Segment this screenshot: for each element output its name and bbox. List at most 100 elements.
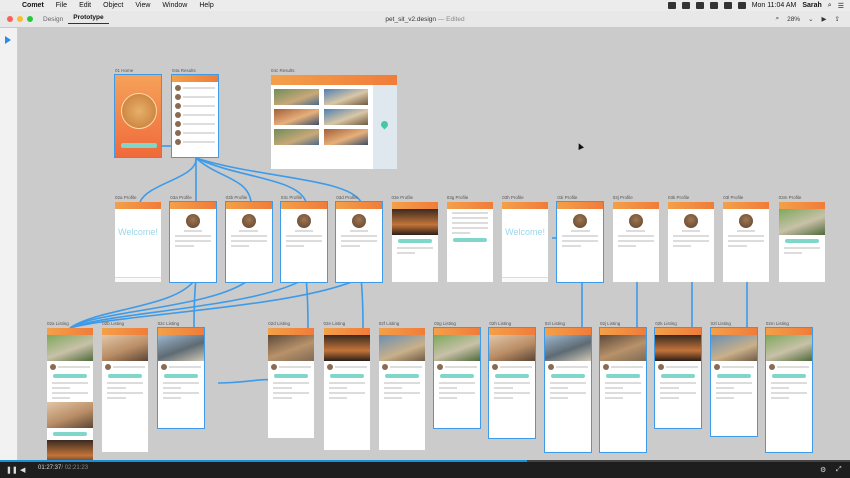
clock[interactable]: Mon 11:04 AM [752,2,797,9]
minimize-window-button[interactable] [17,16,23,22]
screen-header [600,328,646,335]
fullscreen-icon[interactable]: ⤢ [836,466,842,474]
text-line [494,387,513,389]
menu-window[interactable]: Window [156,2,193,9]
text-line [605,387,624,389]
zoom-search-icon[interactable]: ⌕ [775,15,779,23]
listing-photo [710,335,757,361]
pause-icon[interactable]: ❚❚ [6,466,18,474]
zoom-level[interactable]: 28% [787,16,800,23]
document-status: — Edited [437,15,465,23]
prototype-wire[interactable] [360,277,364,329]
tab-design[interactable]: Design [38,16,68,23]
menu-view[interactable]: View [129,2,156,9]
artboard-listing[interactable]: 02h Listing [488,321,537,439]
sitter-row [160,364,201,370]
status-icon-3[interactable] [695,2,704,9]
screen-header [778,202,825,209]
artboard-profile[interactable]: 03k Profile [668,195,714,282]
select-tool-icon[interactable] [5,36,11,44]
airplay-icon[interactable] [709,2,718,9]
settings-gear-icon[interactable]: ⚙ [820,466,826,474]
text-line [396,247,433,249]
menu-app-name[interactable]: Comet [16,2,50,9]
artboard-profile[interactable]: 03i Profile [556,195,605,283]
battery-icon[interactable] [737,2,746,9]
welcome-text: Welcome! [118,227,158,237]
artboard-listing[interactable]: 02e Listing [323,321,370,450]
artboard-listing[interactable]: 02g Listing [433,321,482,429]
volume-icon[interactable]: ◀ [20,466,25,474]
artboard-label: 03e Profile [391,195,414,200]
screen-header [47,328,93,335]
artboard-listing[interactable]: 02l Listing [709,321,758,437]
artboard-label: 04a Results [172,68,196,73]
artboard-listing[interactable]: 02j Listing [599,321,647,453]
book-button [771,374,806,378]
artboard-listing[interactable]: 02f Listing [378,321,425,450]
artboard-profile[interactable]: 03b Profile [224,195,273,283]
play-preview-icon[interactable]: ▶ [822,15,827,23]
artboard-listing[interactable]: 02a Listing [47,321,93,460]
artboard-home[interactable]: 01 Home [114,68,162,158]
screen-header [489,328,536,335]
artboard-listing[interactable]: 02m Listing [764,321,813,453]
text-line [617,240,654,242]
artboard-profile[interactable]: 03c Profile [279,195,328,283]
spotlight-icon[interactable]: ⌕ [828,2,832,10]
artboard-listing[interactable]: 02k Listing [654,321,703,429]
listing-photo [544,335,591,361]
results-grid [271,85,371,149]
design-canvas[interactable]: 01 Home 04a Results 04c Results 02a Prof… [18,28,850,460]
profile-action-button [784,239,819,243]
status-icon-1[interactable] [667,2,676,9]
screen-header [655,328,702,335]
artboard-profile[interactable]: 03h Profile Welcome! [502,195,549,282]
artboard-profile[interactable]: 03g Profile [446,195,493,282]
artboard-results-c[interactable]: 04c Results [271,68,397,169]
menu-help[interactable]: Help [193,2,219,9]
artboard-listing[interactable]: 02c Listing [156,321,205,429]
profile-avatar [241,214,256,228]
artboard-profile[interactable]: 03d Profile [335,195,384,283]
artboard-listing[interactable]: 02d Listing [268,321,315,438]
profile-avatar [684,214,698,228]
menu-object[interactable]: Object [97,2,129,9]
zoom-dropdown-icon[interactable]: ⌄ [808,15,813,23]
status-icon-2[interactable] [681,2,690,9]
artboard-results-a[interactable]: 04a Results [171,68,219,158]
close-window-button[interactable] [7,16,13,22]
screen-header [710,328,757,335]
artboard-profile[interactable]: 03j Profile [612,195,659,282]
notification-center-icon[interactable]: ☰ [838,2,844,10]
book-button [274,374,309,378]
text-line [660,397,679,399]
artboard-label: 03j Profile [612,195,633,200]
listing-photo [157,335,204,361]
tab-prototype[interactable]: Prototype [68,14,109,24]
prototype-wire[interactable] [305,277,309,329]
profile-photo [391,209,438,235]
share-icon[interactable]: ⇪ [835,15,840,23]
wifi-icon[interactable] [723,2,732,9]
zoom-window-button[interactable] [27,16,33,22]
artboard-profile[interactable]: 03l Profile [723,195,770,282]
artboard-listing[interactable]: 02b Listing [102,321,149,452]
text-line [52,397,71,399]
artboard-profile[interactable]: 02a Profile Welcome! [115,195,161,282]
text-line [107,387,126,389]
menu-edit[interactable]: Edit [73,2,97,9]
menu-file[interactable]: File [50,2,73,9]
artboard-frame [271,75,397,169]
artboard-label: 03b Profile [225,195,248,200]
artboard-listing[interactable]: 02i Listing [543,321,592,453]
artboard-profile[interactable]: 03m Profile [778,195,825,282]
sitter-row [603,364,643,370]
user-name[interactable]: Sarah [802,2,821,9]
screen-header [378,328,425,335]
prototype-wire[interactable] [193,277,197,329]
artboard-profile[interactable]: 03a Profile [169,195,218,283]
artboard-frame [599,327,647,453]
sitter-row [547,364,588,370]
artboard-profile[interactable]: 03e Profile [391,195,438,282]
